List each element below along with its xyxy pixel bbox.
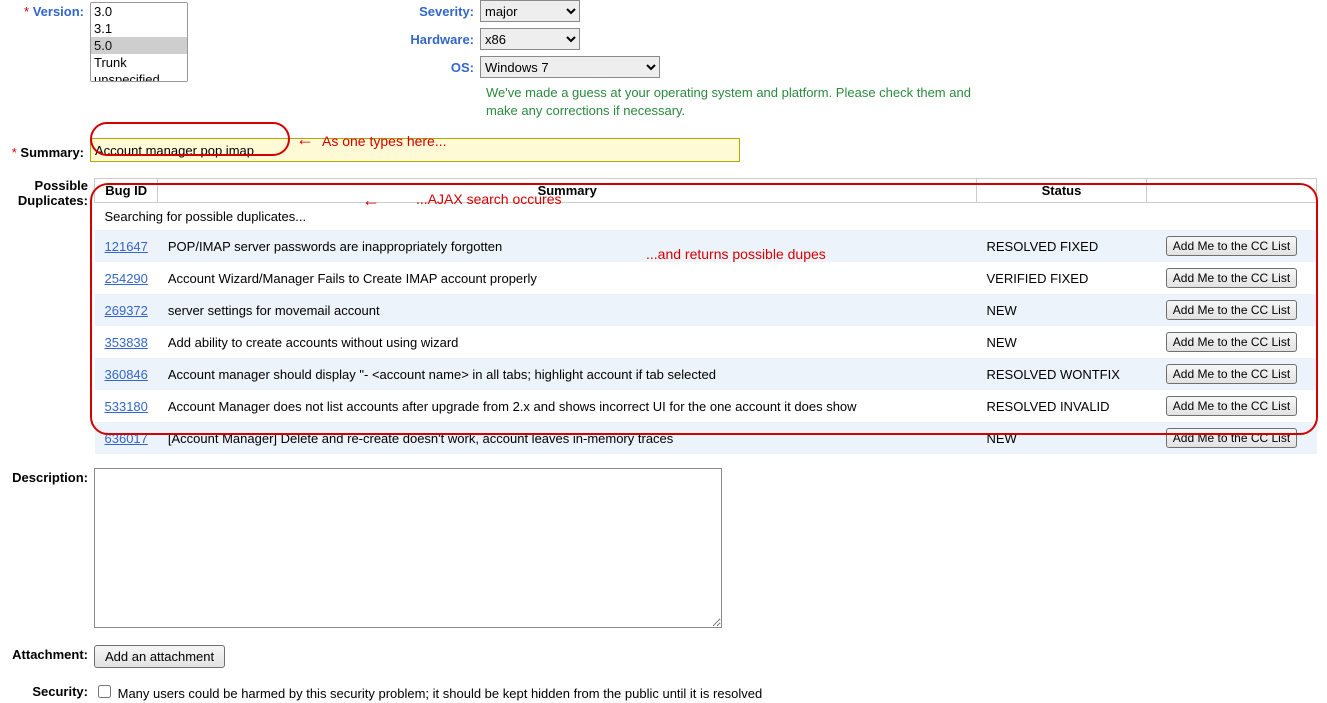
version-label: * Version: [0, 0, 90, 19]
dup-status: NEW [977, 422, 1147, 454]
bug-id-link[interactable]: 269372 [105, 303, 148, 318]
dup-summary: Account Wizard/Manager Fails to Create I… [158, 262, 977, 294]
security-checkbox[interactable] [98, 685, 111, 698]
table-row: 269372 server settings for movemail accou… [95, 294, 1317, 326]
dup-status: NEW [977, 294, 1147, 326]
add-cc-button[interactable]: Add Me to the CC List [1166, 364, 1297, 384]
col-bug-id: Bug ID [95, 179, 158, 203]
dup-summary: Account Manager does not list accounts a… [158, 390, 977, 422]
severity-select[interactable]: major [480, 0, 580, 22]
table-row: 254290 Account Wizard/Manager Fails to Cr… [95, 262, 1317, 294]
os-select[interactable]: Windows 7 [480, 56, 660, 78]
add-cc-button[interactable]: Add Me to the CC List [1166, 396, 1297, 416]
summary-label: * Summary: [0, 141, 90, 160]
add-cc-button[interactable]: Add Me to the CC List [1166, 268, 1297, 288]
table-row: 533180 Account Manager does not list acco… [95, 390, 1317, 422]
duplicates-table: Bug ID Summary Status Searching for poss… [94, 178, 1317, 454]
col-actions [1147, 179, 1317, 203]
dup-summary: Account manager should display "- <accou… [158, 358, 977, 390]
add-cc-button[interactable]: Add Me to the CC List [1166, 332, 1297, 352]
os-guess-note: We've made a guess at your operating sys… [300, 84, 1000, 128]
description-label: Description: [4, 466, 94, 633]
security-label: Security: [4, 680, 94, 703]
searching-text: Searching for possible duplicates... [95, 203, 1317, 231]
add-cc-button[interactable]: Add Me to the CC List [1166, 300, 1297, 320]
bug-id-link[interactable]: 360846 [105, 367, 148, 382]
dup-status: NEW [977, 326, 1147, 358]
dup-status: RESOLVED WONTFIX [977, 358, 1147, 390]
bug-id-link[interactable]: 121647 [105, 239, 148, 254]
table-row: 636017 [Account Manager] Delete and re-cr… [95, 422, 1317, 454]
hardware-label: Hardware: [300, 32, 480, 47]
col-status: Status [977, 179, 1147, 203]
possible-duplicates-label: PossibleDuplicates: [4, 174, 94, 456]
version-select[interactable]: 3.03.15.0Trunkunspecified [90, 2, 188, 82]
description-textarea[interactable] [94, 468, 722, 628]
dup-summary: POP/IMAP server passwords are inappropri… [158, 230, 977, 262]
dup-summary: [Account Manager] Delete and re-create d… [158, 422, 977, 454]
dup-summary: Add ability to create accounts without u… [158, 326, 977, 358]
table-row: 121647 POP/IMAP server passwords are inap… [95, 230, 1317, 262]
dup-status: VERIFIED FIXED [977, 262, 1147, 294]
dup-summary: server settings for movemail account [158, 294, 977, 326]
add-attachment-button[interactable]: Add an attachment [94, 645, 225, 668]
bug-id-link[interactable]: 254290 [105, 271, 148, 286]
summary-input[interactable] [90, 138, 740, 162]
bug-id-link[interactable]: 636017 [105, 431, 148, 446]
security-text: Many users could be harmed by this secur… [118, 686, 763, 701]
add-cc-button[interactable]: Add Me to the CC List [1166, 236, 1297, 256]
add-cc-button[interactable]: Add Me to the CC List [1166, 428, 1297, 448]
bug-id-link[interactable]: 353838 [105, 335, 148, 350]
os-label: OS: [300, 60, 480, 75]
dup-status: RESOLVED FIXED [977, 230, 1147, 262]
bug-id-link[interactable]: 533180 [105, 399, 148, 414]
severity-label: Severity: [300, 4, 480, 19]
col-summary: Summary [158, 179, 977, 203]
dup-status: RESOLVED INVALID [977, 390, 1147, 422]
hardware-select[interactable]: x86 [480, 28, 580, 50]
table-row: 360846 Account manager should display "- … [95, 358, 1317, 390]
table-row: 353838 Add ability to create accounts wit… [95, 326, 1317, 358]
attachment-label: Attachment: [4, 643, 94, 670]
